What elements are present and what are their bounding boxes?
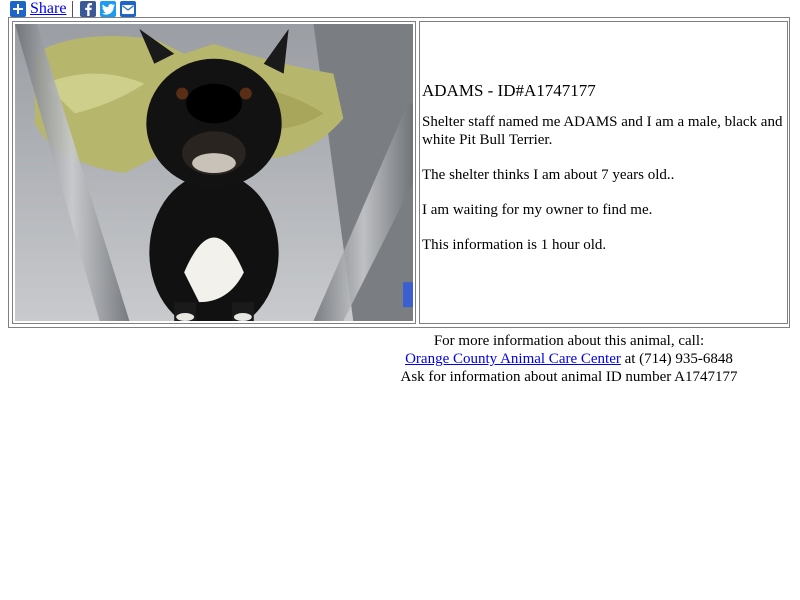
plus-icon[interactable] xyxy=(10,1,26,17)
share-divider xyxy=(72,1,74,17)
animal-description: Shelter staff named me ADAMS and I am a … xyxy=(422,114,783,148)
shelter-link[interactable]: Orange County Animal Care Center xyxy=(405,351,621,367)
twitter-icon[interactable] xyxy=(100,1,117,17)
animal-table: ADAMS - ID#A1747177 Shelter staff named … xyxy=(8,17,790,328)
share-link[interactable]: Share xyxy=(30,0,66,18)
photo-cell xyxy=(12,21,416,324)
animal-age: The shelter thinks I am about 7 years ol… xyxy=(422,167,675,183)
animal-status: I am waiting for my owner to find me. xyxy=(422,202,653,218)
info-cell: ADAMS - ID#A1747177 Shelter staff named … xyxy=(419,21,788,324)
email-icon[interactable] xyxy=(120,1,137,17)
info-age-note: This information is 1 hour old. xyxy=(422,237,607,253)
animal-title: ADAMS - ID#A1747177 xyxy=(422,81,596,100)
shelter-phone: at (714) 935-6848 xyxy=(624,351,733,367)
contact-line: Orange County Animal Care Center at (714… xyxy=(340,350,798,368)
dog-photo xyxy=(15,24,413,321)
facebook-icon[interactable] xyxy=(80,1,97,17)
contact-id-note: Ask for information about animal ID numb… xyxy=(400,369,738,385)
contact-footer: For more information about this animal, … xyxy=(340,332,798,386)
contact-intro: For more information about this animal, … xyxy=(433,333,705,349)
share-bar: Share xyxy=(10,0,140,18)
